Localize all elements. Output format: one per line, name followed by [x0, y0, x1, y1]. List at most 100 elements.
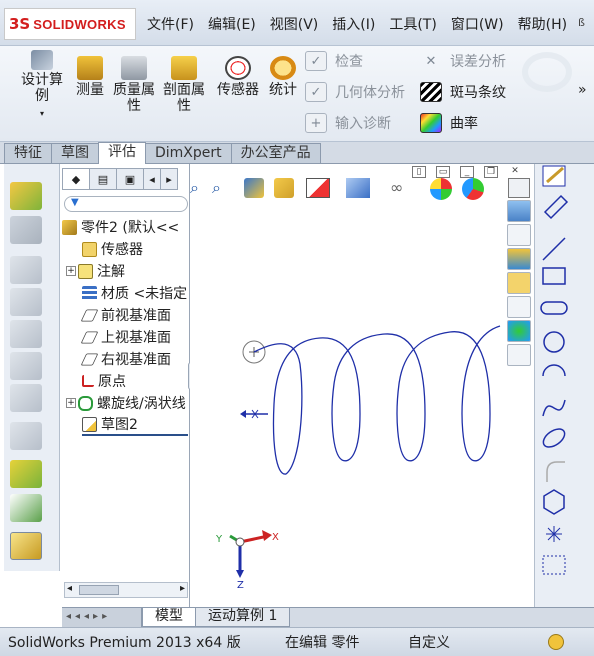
tree-item-helix[interactable]: + 螺旋线/涡状线 [66, 392, 186, 414]
ribbon-more-button[interactable]: » [578, 82, 587, 98]
sketch-icon[interactable] [542, 165, 566, 187]
help-icon[interactable] [548, 634, 564, 650]
menu-window[interactable]: 窗口(W) [444, 14, 511, 34]
tab-dimxpert[interactable]: DimXpert [145, 143, 232, 163]
tree-item-origin[interactable]: 原点 [82, 370, 126, 392]
scroll-left-icon[interactable]: ◂ [143, 168, 161, 190]
curvature-button[interactable]: 曲率 [420, 112, 478, 134]
check-button[interactable]: ✓ 检查 [305, 50, 363, 72]
point-icon[interactable] [546, 526, 562, 542]
design-study-label: 设计算例 [21, 72, 63, 104]
expand-icon[interactable]: + [66, 266, 76, 276]
graphics-area[interactable]: ▯ ▭ _ ❐ ✕ ⌕ ⌕ ∞ Y X Z [190, 164, 534, 607]
plane-icon [80, 353, 99, 365]
menu-view[interactable]: 视图(V) [263, 14, 326, 34]
plane-icon [80, 331, 99, 343]
tree-item-label: 上视基准面 [101, 330, 171, 346]
import-diagnostics-icon: + [305, 113, 327, 133]
rectangle-icon[interactable] [542, 267, 566, 285]
measure-button[interactable]: 测量 [72, 56, 108, 98]
shell-icon[interactable] [10, 320, 42, 348]
sensor-button[interactable]: 传感器 [214, 56, 262, 98]
triad-y-label: Y [215, 534, 223, 545]
helix-curve[interactable] [253, 325, 501, 475]
menu-help[interactable]: 帮助(H) [511, 14, 574, 34]
scroll-right-icon[interactable]: ▸ [160, 168, 178, 190]
triad-z-label: Z [237, 580, 244, 591]
smart-dimension-icon[interactable] [543, 194, 569, 220]
rib-icon[interactable] [10, 384, 42, 412]
tab-evaluate[interactable]: 评估 [98, 142, 146, 164]
geometry-analysis-icon: ✓ [305, 82, 327, 102]
tree-item-front-plane[interactable]: 前视基准面 [80, 304, 171, 326]
geometry-analysis-button[interactable]: ✓ 几何体分析 [305, 81, 405, 103]
line-icon[interactable] [542, 237, 566, 261]
tree-item-sensors[interactable]: 传感器 [82, 238, 143, 260]
fillet-icon[interactable] [10, 256, 42, 284]
instant3d-icon[interactable] [10, 532, 42, 560]
menu-edit[interactable]: 编辑(E) [201, 14, 263, 34]
sketch-text-icon[interactable] [542, 555, 566, 575]
draft-icon[interactable] [10, 352, 42, 380]
status-bar: SolidWorks Premium 2013 x64 版 在编辑 零件 自定义 [0, 627, 594, 656]
annotations-icon [78, 263, 93, 279]
viewport-canvas[interactable]: Y X Z [190, 164, 534, 607]
cut-icon[interactable] [10, 216, 42, 244]
tree-item-annotations[interactable]: + 注解 [66, 260, 125, 282]
tree-item-label: 传感器 [101, 242, 143, 258]
tab-features[interactable]: 特征 [4, 143, 52, 163]
tree-item-label: 前视基准面 [101, 308, 171, 324]
tab-sketch[interactable]: 草图 [51, 143, 99, 163]
scroll-right-icon[interactable]: ▸ [180, 583, 185, 594]
menu-tools[interactable]: 工具(T) [382, 14, 443, 34]
tree-item-right-plane[interactable]: 右视基准面 [80, 348, 171, 370]
tab-nav-arrows[interactable]: ◂◂◂▸▸ [62, 608, 142, 627]
status-customize[interactable]: 自定义 [408, 632, 450, 652]
scroll-left-icon[interactable]: ◂ [67, 583, 72, 594]
feature-manager-scrollbar[interactable]: ◂ ▸ [64, 582, 188, 598]
design-study-button[interactable]: 设计算例 ▾ [16, 50, 68, 122]
scroll-thumb[interactable] [79, 585, 119, 595]
sketch-toolbar [534, 164, 594, 624]
reference-geometry-icon[interactable] [10, 460, 42, 488]
spline-icon[interactable] [542, 399, 566, 417]
solidworks-logo[interactable]: 3S SOLIDWORKS [4, 8, 136, 40]
zebra-stripes-button[interactable]: 斑马条纹 [420, 81, 506, 103]
menu-insert[interactable]: 插入(I) [325, 14, 382, 34]
polygon-icon[interactable] [543, 489, 565, 515]
tree-root[interactable]: 零件2 (默认<< [62, 216, 179, 238]
extrude-icon[interactable] [10, 182, 42, 210]
feature-tree-tab-icon[interactable]: ◆ [62, 168, 90, 190]
circle-icon[interactable] [543, 331, 565, 353]
tab-model[interactable]: 模型 [142, 608, 196, 627]
menu-overflow[interactable]: ß [578, 16, 585, 29]
material-icon [82, 285, 97, 301]
tab-motion-study[interactable]: 运动算例 1 [195, 608, 291, 627]
tree-item-material[interactable]: 材质 <未指定 [82, 282, 187, 304]
section-props-button[interactable]: 剖面属性 [160, 56, 208, 114]
expand-icon[interactable]: + [66, 398, 76, 408]
tree-item-label: 草图2 [101, 417, 138, 433]
deviation-analysis-button[interactable]: ✕ 误差分析 [420, 50, 506, 72]
chamfer-icon[interactable] [10, 288, 42, 316]
mass-props-button[interactable]: 质量属性 [110, 56, 158, 114]
tree-item-sketch2[interactable]: 草图2 [82, 414, 188, 436]
property-manager-tab-icon[interactable]: ▤ [89, 168, 117, 190]
tab-office-products[interactable]: 办公室产品 [230, 143, 321, 163]
filter-input[interactable]: ▼ [64, 196, 188, 212]
curves-icon[interactable] [10, 494, 42, 522]
slot-icon[interactable] [540, 301, 568, 315]
menu-file[interactable]: 文件(F) [140, 14, 201, 34]
tree-item-top-plane[interactable]: 上视基准面 [80, 326, 171, 348]
status-mode: 在编辑 零件 [285, 635, 360, 651]
statistics-button[interactable]: 统计 [266, 56, 300, 98]
mass-props-icon [121, 56, 147, 80]
arc-icon[interactable] [542, 364, 566, 377]
configuration-tab-icon[interactable]: ▣ [116, 168, 144, 190]
ellipse-icon[interactable] [540, 425, 568, 450]
pattern-icon[interactable] [10, 422, 42, 450]
import-diagnostics-button[interactable]: + 输入诊断 [305, 112, 391, 134]
feature-manager-tabs: ◆ ▤ ▣ ◂ ▸ [62, 168, 190, 190]
fillet-sketch-icon[interactable] [546, 461, 565, 482]
statistics-label: 统计 [269, 82, 297, 98]
